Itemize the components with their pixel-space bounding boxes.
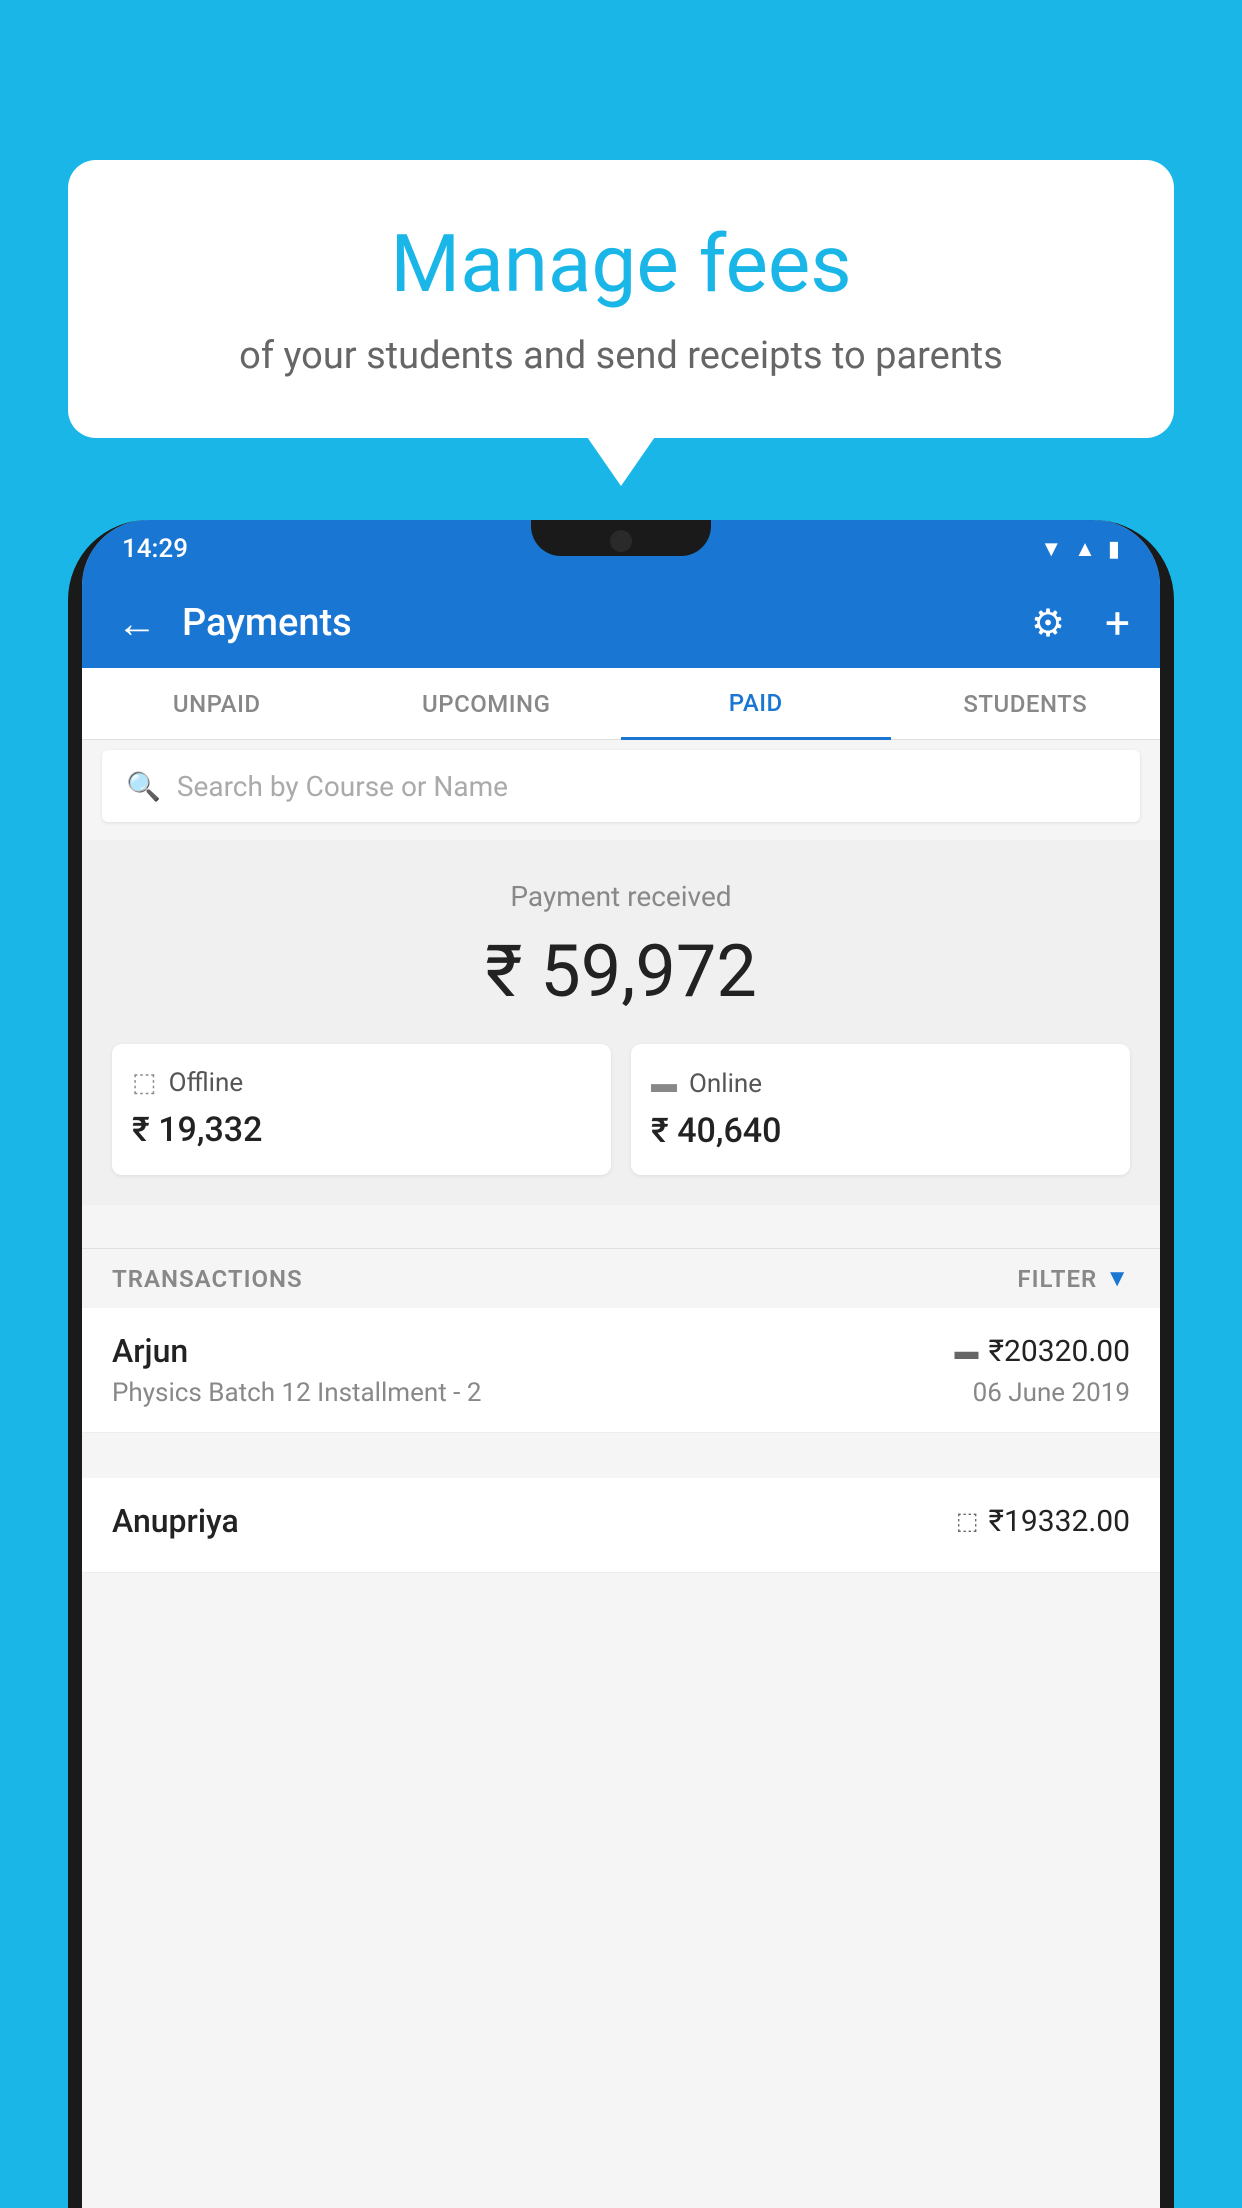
payment-type-icon-anupriya: ⬚	[956, 1507, 979, 1535]
transactions-header: TRANSACTIONS FILTER ▼	[82, 1248, 1160, 1308]
app-bar: ← Payments ⚙ +	[82, 578, 1160, 668]
signal-icon: ▲	[1074, 536, 1096, 562]
offline-label: Offline	[169, 1068, 244, 1098]
tab-paid[interactable]: PAID	[621, 668, 891, 740]
phone-frame: 14:29 ▼ ▲ ▮ ← Payments ⚙ + UNPAID UPCOMI…	[68, 520, 1174, 2208]
payment-received-section: Payment received ₹ 59,972 ⬚ Offline ₹ 19…	[82, 840, 1160, 1205]
status-icons: ▼ ▲ ▮	[1040, 536, 1120, 562]
filter-icon: ▼	[1105, 1264, 1130, 1293]
tab-unpaid[interactable]: UNPAID	[82, 668, 352, 739]
online-label: Online	[689, 1069, 762, 1099]
phone-screen: 14:29 ▼ ▲ ▮ ← Payments ⚙ + UNPAID UPCOMI…	[82, 520, 1160, 2208]
payment-type-icon-arjun: ▬	[955, 1337, 979, 1366]
online-card: ▬ Online ₹ 40,640	[631, 1044, 1130, 1175]
filter-button[interactable]: FILTER ▼	[1017, 1264, 1130, 1293]
payment-cards: ⬚ Offline ₹ 19,332 ▬ Online ₹ 40,640	[112, 1044, 1130, 1175]
transaction-amount-arjun: ₹20320.00	[989, 1334, 1130, 1369]
transaction-date-arjun: 06 June 2019	[973, 1378, 1130, 1408]
battery-icon: ▮	[1108, 537, 1120, 562]
transaction-amount-anupriya: ₹19332.00	[989, 1504, 1130, 1539]
phone-camera	[610, 530, 632, 552]
speech-bubble: Manage fees of your students and send re…	[68, 160, 1174, 438]
transaction-name-anupriya: Anupriya	[112, 1502, 239, 1540]
back-button[interactable]: ←	[112, 595, 162, 652]
transaction-row-anupriya: Anupriya ⬚ ₹19332.00	[112, 1502, 1130, 1540]
transaction-course-arjun: Physics Batch 12 Installment - 2	[112, 1378, 481, 1408]
gear-button[interactable]: ⚙	[1031, 601, 1065, 646]
tab-students[interactable]: STUDENTS	[891, 668, 1161, 739]
offline-card-header: ⬚ Offline	[132, 1068, 591, 1098]
search-icon: 🔍	[126, 770, 161, 803]
transaction-amount-row-anupriya: ⬚ ₹19332.00	[956, 1504, 1130, 1539]
transactions-label: TRANSACTIONS	[112, 1265, 303, 1293]
filter-label: FILTER	[1017, 1265, 1097, 1293]
status-time: 14:29	[122, 534, 188, 564]
transaction-amount-row-arjun: ▬ ₹20320.00	[955, 1334, 1130, 1369]
bubble-title: Manage fees	[118, 220, 1124, 308]
transaction-item-anupriya[interactable]: Anupriya ⬚ ₹19332.00	[82, 1478, 1160, 1573]
tab-upcoming[interactable]: UPCOMING	[352, 668, 622, 739]
transaction-sub-arjun: Physics Batch 12 Installment - 2 06 June…	[112, 1378, 1130, 1408]
online-amount: ₹ 40,640	[651, 1111, 1110, 1151]
wifi-icon: ▼	[1040, 536, 1062, 562]
transaction-name-arjun: Arjun	[112, 1332, 188, 1370]
plus-button[interactable]: +	[1105, 597, 1130, 649]
search-bar[interactable]: 🔍 Search by Course or Name	[102, 750, 1140, 822]
transaction-row-arjun: Arjun ▬ ₹20320.00	[112, 1332, 1130, 1370]
tabs: UNPAID UPCOMING PAID STUDENTS	[82, 668, 1160, 740]
bubble-subtitle: of your students and send receipts to pa…	[118, 330, 1124, 383]
offline-icon: ⬚	[132, 1068, 157, 1098]
search-placeholder: Search by Course or Name	[177, 770, 508, 803]
online-card-header: ▬ Online	[651, 1068, 1110, 1099]
payment-received-label: Payment received	[112, 880, 1130, 913]
payment-received-amount: ₹ 59,972	[112, 929, 1130, 1014]
offline-amount: ₹ 19,332	[132, 1110, 591, 1150]
background: Manage fees of your students and send re…	[0, 0, 1242, 2208]
app-title: Payments	[182, 601, 1011, 645]
online-icon: ▬	[651, 1068, 677, 1099]
offline-card: ⬚ Offline ₹ 19,332	[112, 1044, 611, 1175]
transaction-item-arjun[interactable]: Arjun ▬ ₹20320.00 Physics Batch 12 Insta…	[82, 1308, 1160, 1433]
phone-notch	[531, 520, 711, 556]
